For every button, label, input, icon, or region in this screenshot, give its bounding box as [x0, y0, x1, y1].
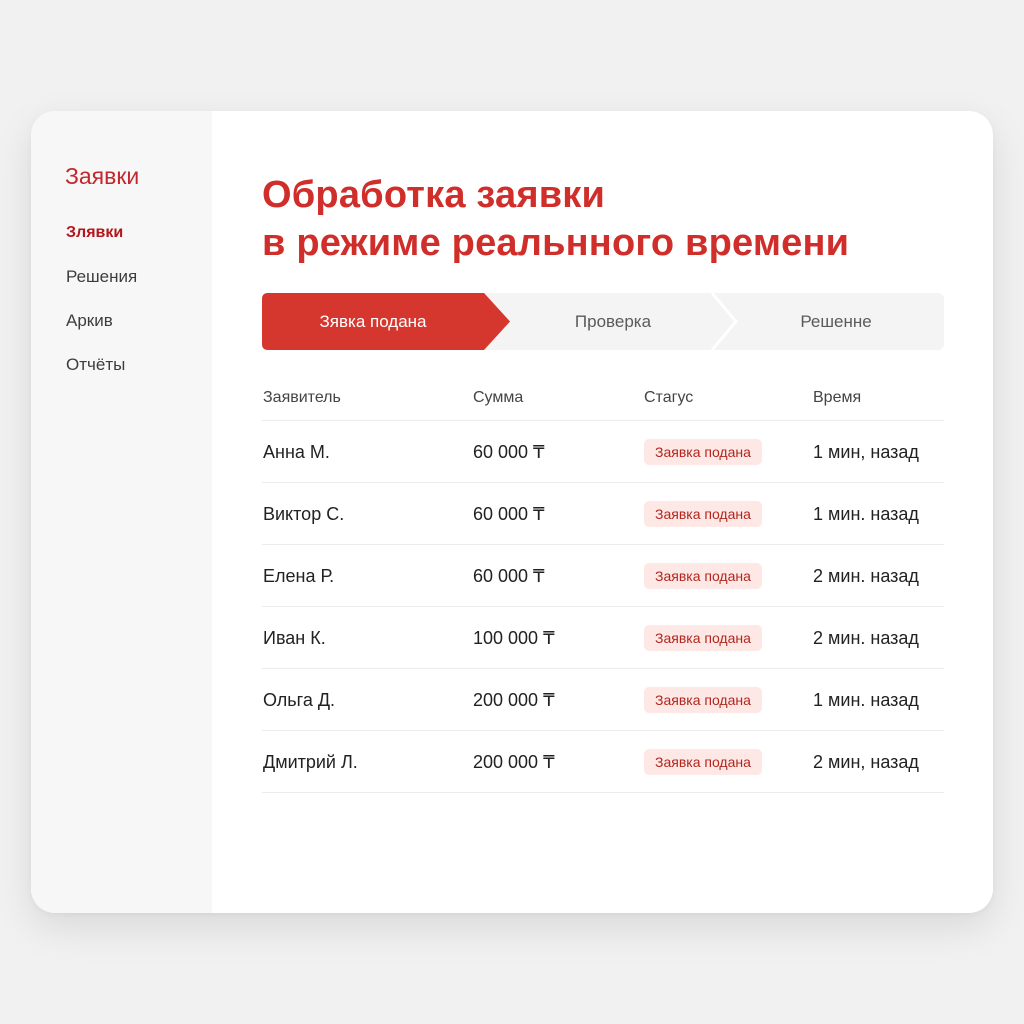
- time-ago: 1 мин, назад: [813, 442, 919, 462]
- time-ago: 1 мин. назад: [813, 504, 919, 524]
- sidebar-item-reports[interactable]: Отчёты: [66, 355, 137, 399]
- step-decision[interactable]: Решенне: [728, 293, 944, 350]
- table-row[interactable]: Виктор С. 60 000 ₸ Заявка подана 1 мин. …: [262, 483, 944, 545]
- time-ago: 2 мин. назад: [813, 628, 919, 648]
- applicant-name: Ольга Д.: [263, 690, 336, 710]
- time-ago: 1 мин. назад: [813, 690, 919, 710]
- sidebar: Заявки Злявки Решения Аркив Отчёты: [31, 111, 212, 913]
- applicant-name: Иван К.: [263, 628, 326, 648]
- time-ago: 2 мин, назад: [813, 752, 919, 772]
- sidebar-title: Заявки: [65, 163, 140, 189]
- status-badge: Заявка подана: [644, 749, 762, 775]
- applicant-name: Анна М.: [263, 442, 330, 462]
- column-header-applicant: Заявитель: [263, 389, 341, 406]
- amount: 100 000 ₸: [473, 628, 555, 648]
- sidebar-nav: Злявки Решения Аркив Отчёты: [66, 223, 137, 399]
- applications-table: Заявитель Сумма Стагус Время Анна М. 60 …: [262, 379, 944, 793]
- page-title: Обработка заявки в режиме реальнного вре…: [262, 171, 849, 267]
- progress-stepper: Зявка подана Проверка Решенне: [262, 293, 944, 350]
- amount: 60 000 ₸: [473, 566, 545, 586]
- amount: 200 000 ₸: [473, 752, 555, 772]
- table-header: Заявитель Сумма Стагус Время: [262, 379, 944, 421]
- column-header-time: Время: [813, 389, 862, 406]
- status-badge: Заявка подана: [644, 625, 762, 651]
- table-row[interactable]: Анна М. 60 000 ₸ Заявка подана 1 мин, на…: [262, 421, 944, 483]
- applicant-name: Виктор С.: [263, 504, 345, 524]
- page-title-line-1: Обработка заявки: [262, 174, 606, 216]
- sidebar-item-applications[interactable]: Злявки: [66, 223, 137, 267]
- column-header-amount: Сумма: [473, 389, 524, 406]
- sidebar-item-archive[interactable]: Аркив: [66, 311, 137, 355]
- amount: 60 000 ₸: [473, 442, 545, 462]
- status-badge: Заявка подана: [644, 501, 762, 527]
- status-badge: Заявка подана: [644, 439, 762, 465]
- page-title-line-2: в режиме реальнного времени: [262, 222, 850, 264]
- main-content: Обработка заявки в режиме реальнного вре…: [262, 111, 993, 913]
- column-header-status: Стагус: [644, 389, 694, 406]
- table-row[interactable]: Иван К. 100 000 ₸ Заявка подана 2 мин. н…: [262, 607, 944, 669]
- status-badge: Заявка подана: [644, 563, 762, 589]
- amount: 60 000 ₸: [473, 504, 545, 524]
- sidebar-item-decisions[interactable]: Решения: [66, 267, 137, 311]
- amount: 200 000 ₸: [473, 690, 555, 710]
- step-review[interactable]: Проверка: [500, 293, 726, 350]
- step-submitted[interactable]: Зявка подана: [262, 293, 484, 350]
- table-row[interactable]: Ольга Д. 200 000 ₸ Заявка подана 1 мин. …: [262, 669, 944, 731]
- app-window: Заявки Злявки Решения Аркив Отчёты Обраб…: [31, 111, 993, 913]
- status-badge: Заявка подана: [644, 687, 762, 713]
- table-row[interactable]: Елена Р. 60 000 ₸ Заявка подана 2 мин. н…: [262, 545, 944, 607]
- applicant-name: Елена Р.: [263, 566, 335, 586]
- table-row[interactable]: Дмитрий Л. 200 000 ₸ Заявка подана 2 мин…: [262, 731, 944, 793]
- applicant-name: Дмитрий Л.: [263, 752, 358, 772]
- time-ago: 2 мин. назад: [813, 566, 919, 586]
